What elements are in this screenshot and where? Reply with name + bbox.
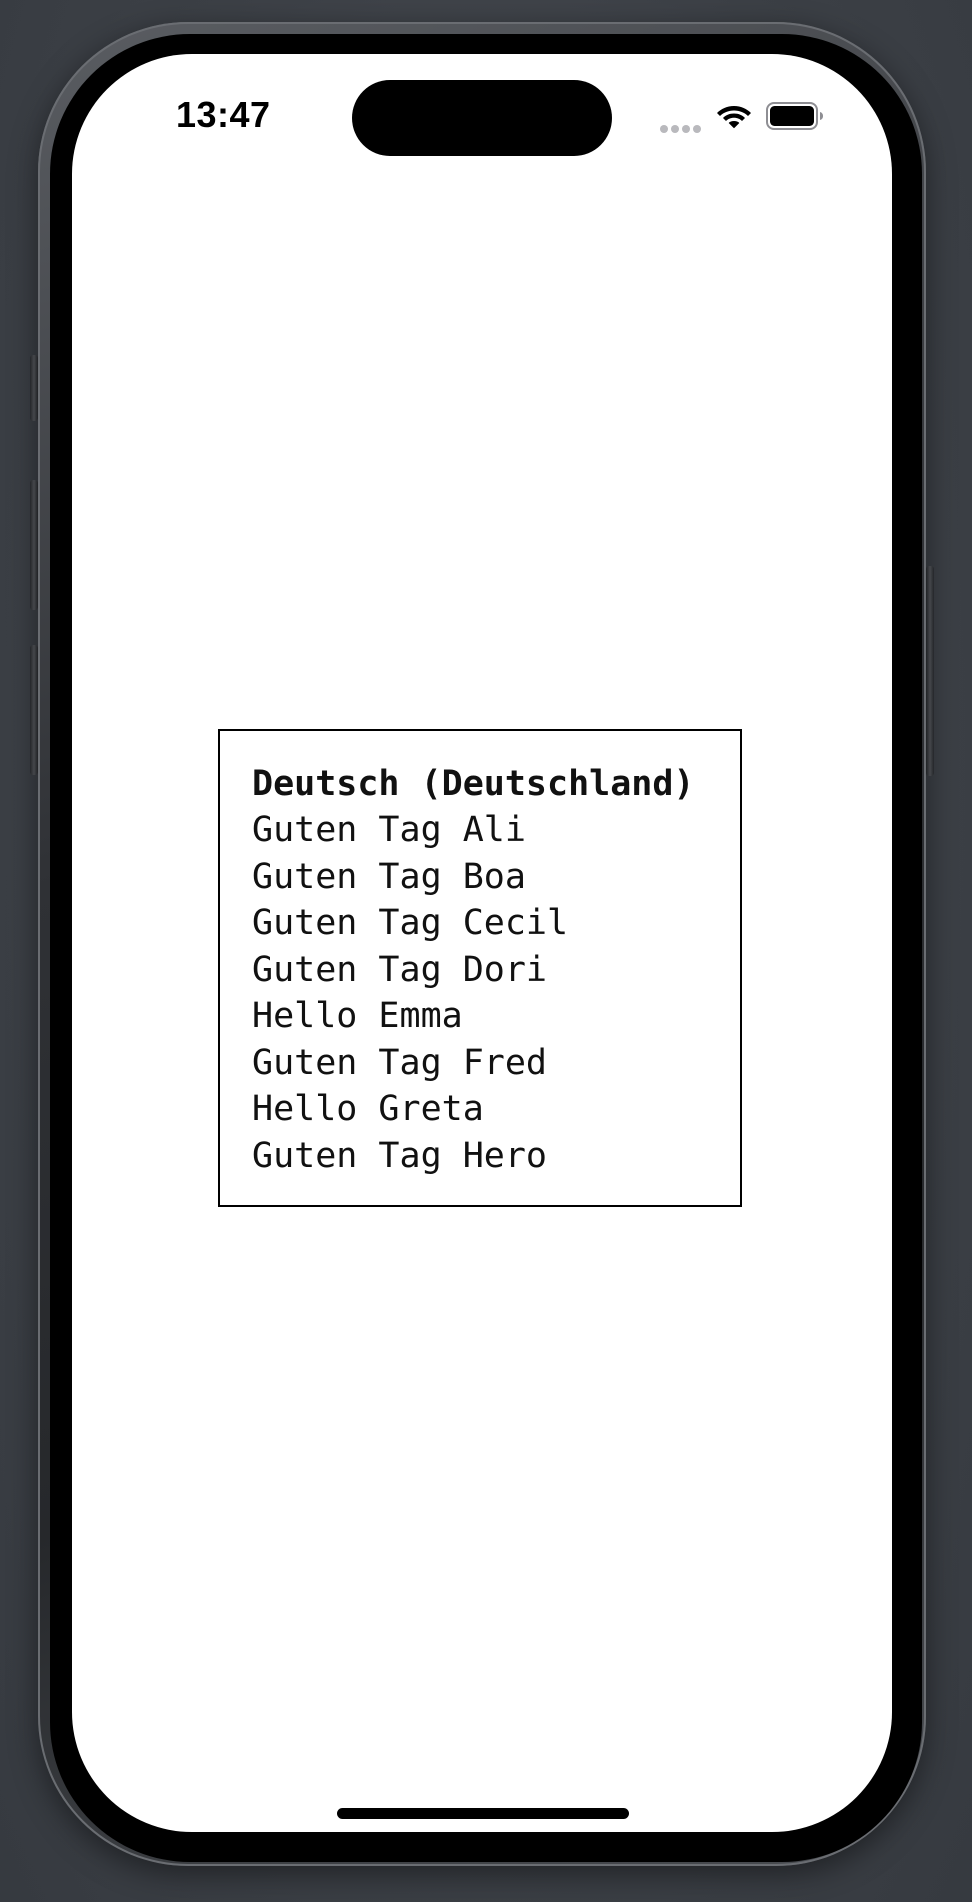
status-time: 13:47 [176,94,271,135]
wifi-icon [717,106,751,129]
home-indicator[interactable] [337,1808,629,1819]
battery-icon [766,102,823,130]
phone-screen: 13:47 Deutsch (Deutschland) Guten Tag Al… [72,54,892,1832]
greeting-line: Guten Tag Ali [252,810,526,850]
greeting-line: Guten Tag Cecil [252,903,569,943]
dynamic-island [352,80,612,156]
greeting-line: Guten Tag Fred [252,1042,548,1083]
greeting-line: Guten Tag Boa [252,856,526,897]
power-button [926,566,934,776]
greeting-line: Guten Tag Hero [252,1135,548,1176]
cellular-dots-icon [660,120,704,133]
action-button [30,355,38,421]
locale-title: Deutsch (Deutschland) [252,764,695,804]
volume-up-button [30,480,38,610]
greeting-card: Deutsch (Deutschland) Guten Tag Ali Gute… [218,729,742,1207]
greeting-line: Hello Greta [252,1089,484,1129]
greeting-line: Guten Tag Dori [252,949,548,990]
volume-down-button [30,645,38,775]
device-stage: 13:47 Deutsch (Deutschland) Guten Tag Al… [0,0,972,1902]
greeting-line: Hello Emma [252,996,463,1036]
